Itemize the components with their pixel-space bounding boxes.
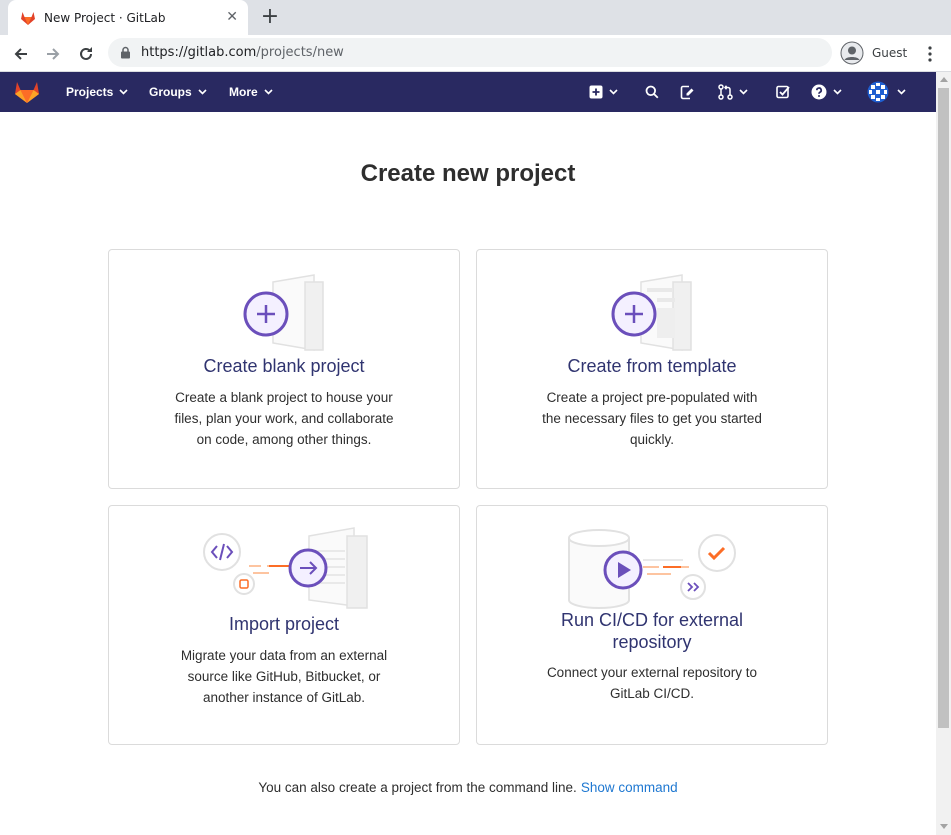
new-tab-button[interactable]: + (258, 5, 282, 29)
chevron-down-icon (119, 89, 128, 95)
browser-tab-bar: New Project · GitLab ✕ + (0, 0, 951, 35)
card-description: Create a project pre-populated with the … (542, 390, 762, 447)
kebab-menu-icon (928, 46, 932, 62)
url-text: https://gitlab.com/projects/new (141, 45, 344, 60)
chevron-down-icon (739, 89, 748, 95)
tab-title: New Project · GitLab (44, 10, 166, 25)
chevron-down-icon (264, 89, 273, 95)
chevron-down-icon (609, 89, 618, 95)
page-title: Create new project (360, 160, 576, 187)
plus-square-icon (589, 85, 603, 99)
chevron-down-icon (833, 89, 842, 95)
card-description: Create a blank project to house your fil… (174, 390, 394, 447)
scroll-up-arrow-icon[interactable] (940, 77, 948, 82)
nav-more-label: More (229, 85, 258, 99)
merge-requests-button[interactable] (718, 82, 748, 102)
url-host: https://gitlab.com (141, 45, 257, 60)
search-button[interactable] (645, 82, 659, 102)
import-project-illustration-icon (203, 527, 368, 609)
browser-menu-button[interactable] (920, 41, 940, 67)
scroll-down-arrow-icon[interactable] (940, 824, 948, 829)
reload-icon (80, 47, 92, 60)
browser-toolbar: https://gitlab.com/projects/new Guest (0, 35, 951, 72)
profile-button[interactable]: Guest (840, 39, 907, 67)
gitlab-logo-icon[interactable] (14, 79, 40, 104)
show-command-link[interactable]: Show command (581, 780, 678, 795)
issues-button[interactable] (680, 82, 695, 102)
url-path: /projects/new (256, 45, 344, 60)
nav-projects-menu[interactable]: Projects (66, 72, 128, 112)
avatar-icon (840, 41, 864, 65)
card-description: Migrate your data from an external sourc… (180, 648, 388, 705)
chevron-down-icon (897, 89, 906, 95)
scrollbar-thumb[interactable] (938, 88, 949, 728)
chevron-down-icon (198, 89, 207, 95)
nav-more-menu[interactable]: More (229, 72, 273, 112)
blank-project-illustration-icon (243, 274, 324, 351)
gitlab-navbar: Projects Groups More (0, 72, 936, 112)
card-description: Connect your external repository to GitL… (546, 665, 758, 701)
gitlab-favicon-icon (21, 11, 35, 25)
back-button[interactable] (8, 41, 34, 67)
back-arrow-icon (14, 48, 27, 60)
nav-groups-menu[interactable]: Groups (149, 72, 207, 112)
user-menu-button[interactable] (867, 80, 906, 104)
import-project-card[interactable]: Import project Migrate your data from an… (108, 505, 460, 745)
question-circle-icon (811, 84, 827, 100)
todos-button[interactable] (776, 82, 790, 102)
card-title: Import project (228, 614, 340, 634)
nav-groups-label: Groups (149, 85, 192, 99)
cicd-illustration-icon (568, 529, 736, 609)
merge-request-icon (718, 84, 733, 100)
browser-tab[interactable]: New Project · GitLab ✕ (8, 0, 248, 35)
help-dropdown-button[interactable] (811, 82, 842, 102)
user-avatar-icon (867, 81, 889, 103)
address-bar[interactable]: https://gitlab.com/projects/new (108, 38, 832, 67)
lock-icon (121, 46, 130, 59)
new-dropdown-button[interactable] (589, 82, 618, 102)
template-project-illustration-icon (611, 274, 692, 351)
page-scrollbar[interactable] (936, 72, 951, 835)
run-cicd-external-repo-card[interactable]: Run CI/CD for external repository Connec… (476, 505, 828, 745)
profile-label: Guest (872, 46, 908, 60)
issues-icon (680, 85, 694, 99)
create-blank-project-card[interactable]: Create blank project Create a blank proj… (108, 249, 460, 489)
todo-checkbox-icon (776, 85, 790, 99)
forward-arrow-icon (47, 48, 60, 60)
command-line-hint-text: You can also create a project from the c… (258, 780, 577, 795)
reload-button[interactable] (73, 41, 99, 67)
card-title: Create from template (567, 356, 737, 376)
search-icon (645, 85, 659, 99)
card-title: Run CI/CD for external repository (560, 610, 744, 652)
nav-projects-label: Projects (66, 85, 114, 99)
forward-button[interactable] (40, 41, 66, 67)
create-from-template-card[interactable]: Create from template Create a project pr… (476, 249, 828, 489)
card-title: Create blank project (203, 356, 365, 376)
tab-close-icon[interactable]: ✕ (226, 9, 238, 25)
command-line-hint: You can also create a project from the c… (0, 780, 936, 795)
